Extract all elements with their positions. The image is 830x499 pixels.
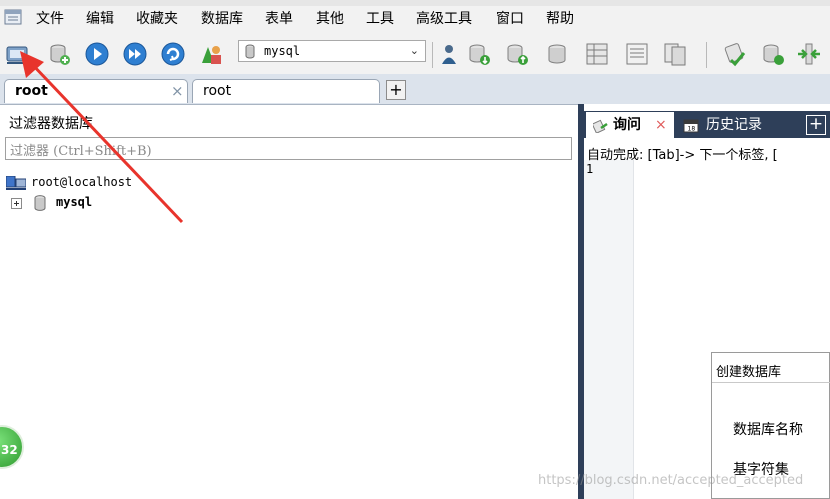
menu-file[interactable]: 文件: [36, 10, 64, 28]
svg-text:18: 18: [688, 126, 696, 133]
watermark: https://blog.csdn.net/accepted_accepted: [538, 473, 804, 488]
dialog-title: 创建数据库: [716, 365, 782, 380]
menubar: 文件 编辑 收藏夹 数据库 表单 其他 工具 高级工具 窗口 帮助: [0, 0, 830, 36]
menu-table[interactable]: 表单: [265, 10, 293, 28]
badge-count: 32: [1, 443, 18, 457]
menu-edit[interactable]: 编辑: [86, 10, 114, 28]
database-select[interactable]: mysql ⌄: [238, 40, 426, 62]
query-icon: [593, 119, 608, 133]
menu-database[interactable]: 数据库: [201, 10, 243, 28]
server-icon: [6, 176, 26, 190]
add-database-icon[interactable]: [46, 41, 72, 67]
tab-query[interactable]: 询问 ×: [586, 112, 674, 138]
database-icon: [245, 44, 255, 59]
tree-database-label: mysql: [56, 195, 93, 209]
transfer-icon[interactable]: [796, 41, 822, 67]
table-data-icon[interactable]: [584, 41, 610, 67]
tree-host-label: root@localhost: [31, 175, 133, 189]
tab-history-label: 历史记录: [706, 117, 762, 133]
add-tab-button[interactable]: +: [386, 80, 406, 100]
menu-help[interactable]: 帮助: [546, 10, 574, 28]
dialog-title-bar: 创建数据库: [712, 353, 830, 383]
schema-icon[interactable]: [624, 41, 650, 67]
refresh-icon[interactable]: [160, 41, 186, 67]
menu-advanced-tools[interactable]: 高级工具: [416, 10, 472, 28]
tab-history[interactable]: 18 历史记录: [678, 112, 800, 138]
chevron-down-icon: ⌄: [409, 44, 419, 57]
autocomplete-hint: 自动完成: [Tab]-> 下一个标签, [: [587, 148, 778, 163]
toolbar-separator: [706, 42, 707, 68]
menu-other[interactable]: 其他: [316, 10, 344, 28]
database-icon: [34, 195, 46, 211]
connection-tab-active[interactable]: root ×: [4, 79, 188, 103]
connection-tab-label: root: [15, 83, 48, 99]
filter-input[interactable]: 过滤器 (Ctrl+Shift+B): [5, 137, 572, 160]
title-strip: [0, 0, 830, 6]
database-name-label: 数据库名称: [733, 422, 803, 438]
execute-icon[interactable]: [84, 41, 110, 67]
app-menu-icon[interactable]: [4, 9, 22, 25]
add-query-tab-button[interactable]: +: [806, 115, 826, 135]
toolbar-separator: [432, 42, 433, 68]
tab-query-label: 询问: [613, 117, 641, 133]
user-icon[interactable]: [436, 41, 462, 67]
selected-database: mysql: [264, 44, 301, 58]
import-database-icon[interactable]: [466, 41, 492, 67]
compare-icon[interactable]: [662, 41, 688, 67]
execute-all-icon[interactable]: [122, 41, 148, 67]
connection-tab[interactable]: root: [192, 79, 380, 103]
sync-icon[interactable]: [722, 41, 748, 67]
backup-icon[interactable]: [544, 41, 570, 67]
calendar-icon: 18: [683, 119, 699, 133]
menu-favorites[interactable]: 收藏夹: [136, 10, 178, 28]
database-settings-icon[interactable]: [760, 41, 786, 67]
connection-tab-label: root: [203, 83, 232, 99]
export-database-icon[interactable]: [504, 41, 530, 67]
filter-title: 过滤器数据库: [9, 116, 93, 132]
menu-tools[interactable]: 工具: [366, 10, 394, 28]
object-browser: 过滤器数据库 过滤器 (Ctrl+Shift+B) root@localhost…: [0, 104, 578, 499]
user-manager-icon[interactable]: [198, 41, 224, 67]
menu-window[interactable]: 窗口: [496, 10, 524, 28]
expand-icon[interactable]: [11, 198, 22, 209]
close-icon[interactable]: ×: [655, 112, 667, 138]
new-connection-icon[interactable]: [4, 41, 30, 67]
close-icon[interactable]: ×: [171, 82, 184, 100]
line-number: 1: [586, 162, 594, 176]
line-number-gutter: [584, 160, 634, 499]
